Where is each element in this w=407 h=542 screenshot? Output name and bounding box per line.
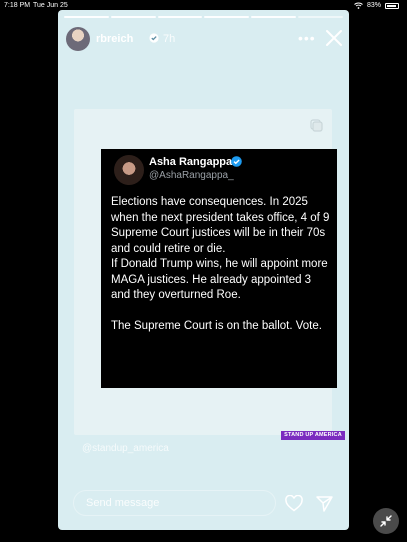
- verified-badge-icon: [231, 156, 242, 167]
- progress-segment: [157, 16, 203, 18]
- copy-icon: [310, 119, 323, 132]
- send-icon[interactable]: [316, 496, 333, 512]
- collapse-arrows-icon: [380, 515, 392, 527]
- close-icon[interactable]: [324, 28, 344, 48]
- username[interactable]: rbreich: [96, 33, 133, 45]
- more-horizontal-icon[interactable]: •••: [298, 30, 316, 46]
- story-header: rbreich 7h •••: [66, 26, 344, 54]
- progress-segment: [110, 16, 156, 18]
- progress-segment: [298, 16, 343, 18]
- tweet-screenshot: Asha Rangappa @AshaRangappa_ Elections h…: [101, 149, 337, 388]
- progress-segment: [204, 16, 250, 18]
- progress-segment: [251, 16, 297, 18]
- tweet-text: Elections have consequences. In 2025 whe…: [111, 196, 330, 332]
- send-message-input[interactable]: Send message: [73, 490, 276, 516]
- story-viewer[interactable]: rbreich 7h ••• Asha Rangappa @AshaRangap…: [58, 10, 349, 530]
- status-indicators: 83%: [354, 2, 399, 9]
- status-time: 7:18 PM: [4, 2, 31, 9]
- battery-percent: 83%: [366, 2, 381, 9]
- avatar[interactable]: [66, 27, 90, 51]
- verified-badge-icon: [149, 33, 159, 43]
- brand-badge: STAND UP AMERICA: [281, 431, 345, 440]
- story-progress-bar: [64, 16, 343, 18]
- tweet-author-handle: @AshaRangappa_: [149, 170, 234, 181]
- shared-post-card[interactable]: Asha Rangappa @AshaRangappa_ Elections h…: [74, 109, 345, 440]
- battery-icon: [385, 2, 399, 9]
- tweet-avatar: [114, 155, 144, 185]
- tweet-author-name: Asha Rangappa: [149, 156, 233, 168]
- post-time: 7h: [163, 33, 176, 45]
- heart-icon[interactable]: [285, 495, 303, 512]
- mention-sticker[interactable]: @standup_america: [82, 443, 169, 454]
- collapse-button[interactable]: [373, 508, 399, 534]
- status-date: Tue Jun 25: [33, 2, 68, 9]
- wifi-icon: [354, 2, 363, 9]
- progress-segment: [64, 16, 109, 18]
